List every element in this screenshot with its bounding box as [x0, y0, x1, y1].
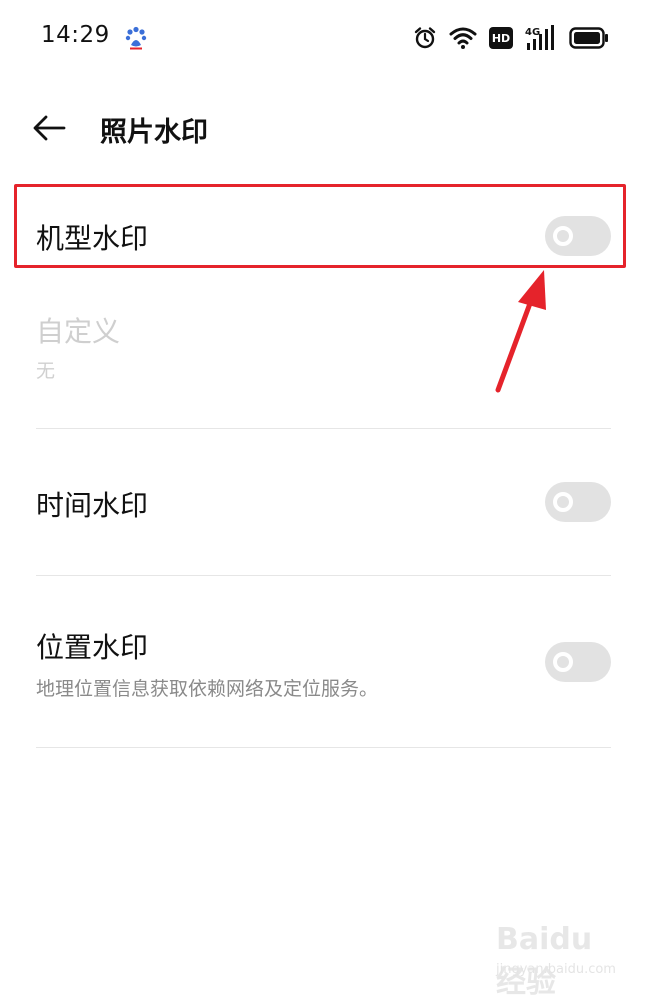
baidu-paw-icon — [125, 26, 147, 50]
toggle-knob — [553, 226, 573, 246]
baidu-jingyan-watermark: Baidu经验 jingyan.baidu.com — [488, 922, 618, 1000]
toggle-knob — [553, 652, 573, 672]
page-header: 照片水印 — [0, 96, 645, 160]
time-watermark-row[interactable]: 时间水印 — [36, 462, 611, 542]
divider — [36, 747, 611, 748]
status-time: 14:29 — [41, 22, 110, 48]
watermark-url: jingyan.baidu.com — [496, 962, 616, 977]
hd-icon: HD — [489, 27, 513, 49]
time-watermark-toggle[interactable] — [545, 482, 611, 522]
toggle-knob — [553, 492, 573, 512]
model-watermark-toggle[interactable] — [545, 216, 611, 256]
divider — [36, 575, 611, 576]
status-bar: 14:29 HD 4G — [0, 0, 645, 76]
divider — [36, 428, 611, 429]
time-watermark-label: 时间水印 — [36, 489, 149, 522]
page-title: 照片水印 — [100, 117, 208, 148]
back-arrow-icon[interactable] — [28, 108, 72, 148]
location-watermark-label: 位置水印 — [36, 631, 149, 664]
location-watermark-row[interactable]: 位置水印 地理位置信息获取依赖网络及定位服务。 — [36, 612, 611, 722]
location-watermark-description: 地理位置信息获取依赖网络及定位服务。 — [36, 678, 379, 700]
alarm-icon — [414, 27, 436, 49]
battery-icon — [569, 27, 608, 49]
status-icons: HD 4G — [401, 24, 609, 52]
network-type-label: 4G — [525, 27, 540, 38]
custom-label: 自定义 — [36, 315, 121, 348]
model-watermark-row[interactable]: 机型水印 — [36, 196, 611, 276]
model-watermark-label: 机型水印 — [36, 222, 149, 255]
location-watermark-toggle[interactable] — [545, 642, 611, 682]
wifi-icon — [449, 27, 477, 49]
custom-value: 无 — [36, 360, 56, 382]
signal-icon: 4G — [525, 25, 554, 50]
custom-row: 自定义 无 — [36, 296, 611, 406]
